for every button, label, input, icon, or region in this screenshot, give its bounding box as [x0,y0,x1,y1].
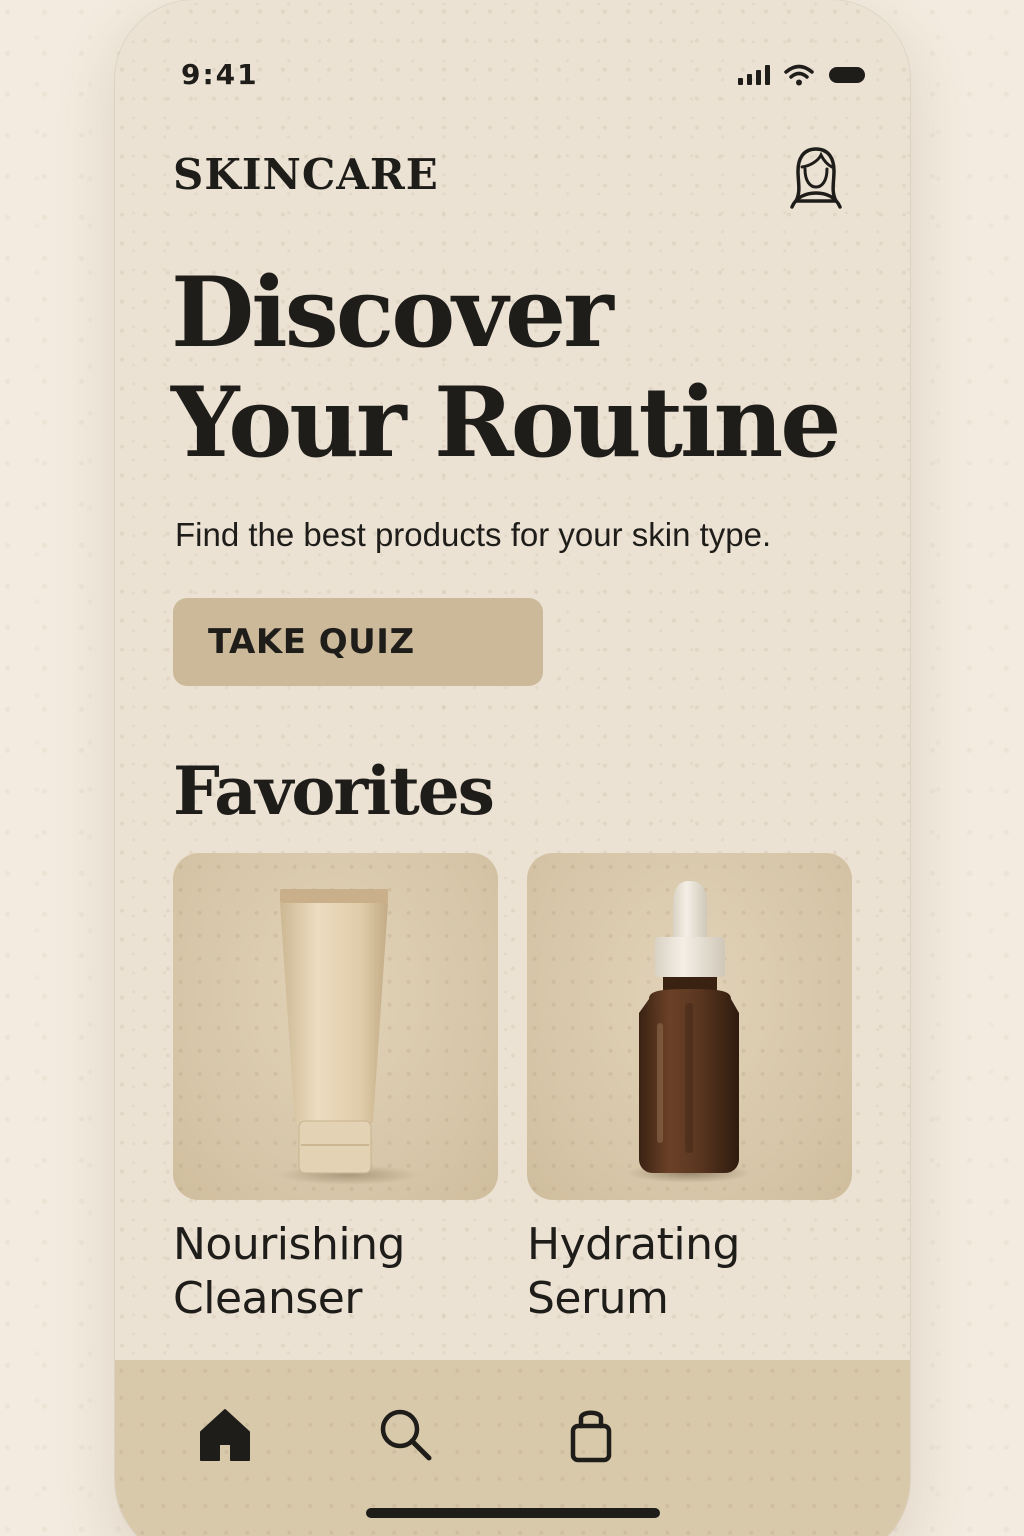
hero-title-line-1: Discover [171,256,614,369]
status-time: 9:41 [181,58,259,91]
brand-logo: SKINCARE [173,150,439,199]
search-icon [380,1409,432,1461]
page-background: 9:41 SKINCARE Discover Your Routine Find… [0,0,1024,1536]
status-bar: 9:41 [115,52,910,100]
serum-dropper-bottle-image [527,853,852,1200]
product-name-line-1: Hydrating [527,1219,740,1270]
product-name: Hydrating Serum [527,1218,852,1326]
product-name: Nourishing Cleanser [173,1218,498,1326]
product-name-line-1: Nourishing [173,1219,405,1270]
nav-bag[interactable] [561,1404,621,1464]
phone-screen: 9:41 SKINCARE Discover Your Routine Find… [115,0,910,1536]
nav-search[interactable] [375,1404,435,1464]
product-card-serum[interactable]: Hydrating Serum [527,853,852,1326]
wifi-icon [784,64,814,86]
favorites-title: Favorites [173,752,495,830]
product-card-cleanser[interactable]: Nourishing Cleanser [173,853,498,1326]
product-name-line-2: Cleanser [173,1273,362,1324]
status-icons [738,64,866,86]
nav-home[interactable] [195,1404,255,1464]
bag-icon [570,1410,612,1463]
profile-icon[interactable] [788,145,844,209]
hero-subtitle: Find the best products for your skin typ… [175,516,772,553]
signal-icon [738,65,770,85]
battery-icon [828,66,866,84]
home-indicator[interactable] [366,1508,660,1518]
take-quiz-button[interactable]: TAKE QUIZ [173,598,543,686]
hero-title: Discover Your Routine [171,258,871,478]
product-name-line-2: Serum [527,1273,669,1324]
hero-title-line-2: Your Routine [171,366,841,479]
home-icon [200,1409,250,1461]
cleanser-tube-image [173,853,498,1200]
